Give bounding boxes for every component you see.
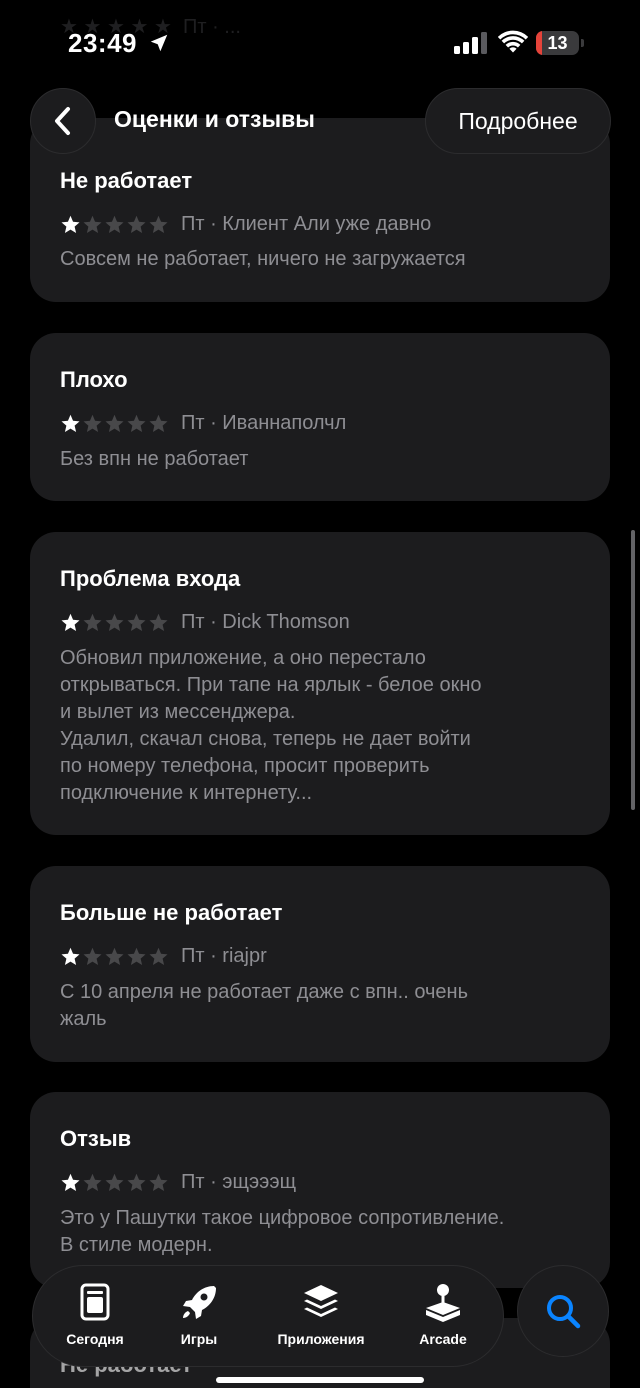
page-title: Оценки и отзывы [114,106,315,132]
star-empty-icon [149,613,168,631]
star-empty-icon [149,215,168,233]
rating-stars [60,1172,169,1193]
star-filled-icon [61,414,80,432]
joystick-icon [426,1284,460,1322]
wifi-icon [498,30,528,53]
review-date-author: Пт · Dick Thomson [181,610,350,633]
rocket-icon [183,1286,216,1319]
chevron-left-icon [55,107,70,135]
review-date-author: Пт · Иваннаполчл [181,411,347,434]
review-meta: Пт · Клиент Али уже давно [60,212,431,236]
tab-bar: Сегодня Игры Приложения Arcade [32,1265,504,1367]
review-body: Совсем не работает, ничего не загружаетс… [60,248,466,270]
apps-stack-icon [304,1285,338,1317]
star-empty-icon [105,414,124,432]
star-empty-icon [149,414,168,432]
search-icon [547,1295,581,1329]
star-empty-icon [127,613,146,631]
review-title: Плохо [60,367,128,392]
star-empty-icon [127,215,146,233]
home-indicator[interactable] [216,1377,424,1383]
star-empty-icon [127,414,146,432]
review-body: Без впн не работает [60,448,249,470]
rating-stars [60,214,169,235]
review-body: С 10 апреля не работает даже с впн.. оче… [60,981,469,1030]
star-filled-icon [61,613,80,631]
star-empty-icon [105,947,124,965]
review-date-author: Пт · riajpr [181,944,267,967]
review-body: Это у Пашутки такое цифровое сопротивлен… [60,1207,505,1256]
star-filled-icon [61,215,80,233]
tab-label: Игры [180,1331,218,1347]
star-filled-icon [61,1173,80,1191]
tab-games[interactable]: Игры [159,1266,239,1368]
review-card[interactable]: Плохо Пт · Иваннаполчл Без впн не работа… [30,333,610,501]
star-empty-icon [83,414,102,432]
review-title: Отзыв [60,1126,132,1151]
review-title: Больше не работает [60,900,283,925]
scroll-indicator[interactable] [631,530,635,810]
rating-stars [60,612,169,633]
review-meta: Пт · Dick Thomson [60,610,350,634]
review-title: Не работает [60,168,193,193]
star-empty-icon [127,947,146,965]
tab-label: Сегодня [66,1331,124,1347]
status-bar: 23:49 13 [0,0,640,88]
star-empty-icon [127,1173,146,1191]
back-button[interactable] [30,88,96,154]
review-card[interactable]: Проблема входа Пт · Dick Thomson Обновил… [30,532,610,835]
tab-label: Arcade [419,1331,467,1347]
location-arrow-icon [150,34,168,52]
battery-level-text: 13 [547,33,568,53]
review-meta: Пт · riajpr [60,944,267,968]
star-empty-icon [105,613,124,631]
rating-stars [60,413,169,434]
review-meta: Пт · Иваннаполчл [60,411,346,435]
star-empty-icon [83,1173,102,1191]
review-title: Проблема входа [60,566,241,591]
star-empty-icon [149,947,168,965]
review-date-author: Пт · эщэээщ [181,1170,297,1193]
review-card[interactable]: Отзыв Пт · эщэээщ Это у Пашутки такое ци… [30,1092,610,1288]
star-filled-icon [61,947,80,965]
review-body: Обновил приложение, а оно перестало откр… [60,647,482,804]
tab-apps[interactable]: Приложения [261,1266,381,1368]
search-button[interactable] [517,1265,609,1357]
star-empty-icon [105,215,124,233]
tab-label: Приложения [277,1331,365,1347]
star-empty-icon [105,1173,124,1191]
star-empty-icon [83,947,102,965]
tab-today[interactable]: Сегодня [51,1266,139,1368]
star-empty-icon [149,1173,168,1191]
review-card[interactable]: Больше не работает Пт · riajpr С 10 апре… [30,866,610,1062]
today-icon [80,1283,110,1321]
review-meta: Пт · эщэээщ [60,1170,296,1194]
star-empty-icon [83,215,102,233]
battery-indicator: 13 [536,31,584,55]
tab-arcade[interactable]: Arcade [401,1266,485,1368]
rating-stars [60,946,169,967]
star-empty-icon [83,613,102,631]
more-button[interactable]: Подробнее [425,88,611,154]
cellular-signal-icon [454,32,487,54]
status-time: 23:49 [68,28,137,58]
review-date-author: Пт · Клиент Али уже давно [181,212,432,235]
